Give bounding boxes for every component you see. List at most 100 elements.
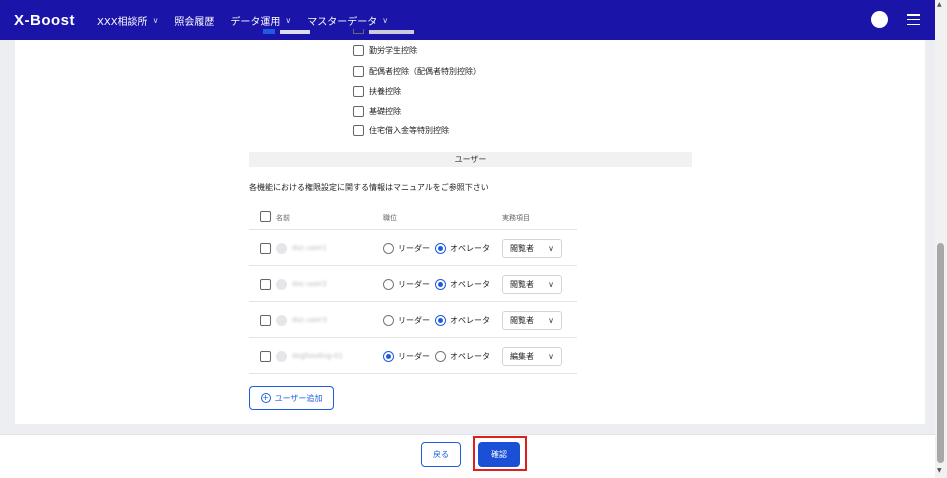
role-radio-leader[interactable]: リーダー: [383, 279, 430, 290]
deduction-option-working-student[interactable]: 勤労学生控除: [353, 45, 417, 56]
checkbox[interactable]: [353, 45, 364, 56]
radio-label: オペレータ: [450, 280, 490, 289]
row-divider: [249, 265, 577, 266]
chevron-down-icon: ∨: [382, 15, 389, 25]
column-header-name: 名前: [276, 214, 290, 222]
nav-item-history[interactable]: 照会履歴: [174, 13, 214, 28]
permission-select[interactable]: 閲覧者 ∨: [502, 239, 562, 258]
user-avatar: [276, 315, 287, 326]
select-value: 閲覧者: [510, 244, 534, 253]
radio-label: リーダー: [398, 352, 430, 361]
role-radio-operator[interactable]: オペレータ: [435, 243, 490, 254]
row-checkbox[interactable]: [260, 243, 271, 254]
chevron-down-icon: ∨: [548, 316, 554, 325]
user-avatar: [276, 243, 287, 254]
deduction-label: 勤労学生控除: [369, 46, 417, 55]
scrollbar-thumb[interactable]: [937, 243, 944, 463]
permission-info-text: 各機能における権限設定に関する情報はマニュアルをご参照下さい: [249, 183, 489, 192]
chevron-down-icon: ∨: [548, 352, 554, 361]
nav-label: マスターデータ: [307, 16, 378, 28]
button-label: ユーザー追加: [274, 393, 323, 403]
radio-label: オペレータ: [450, 352, 490, 361]
partial-checkbox[interactable]: [353, 29, 364, 34]
checkbox[interactable]: [353, 66, 364, 77]
add-user-button[interactable]: + ユーザー追加: [249, 386, 334, 410]
radio-button-selected[interactable]: [435, 243, 446, 254]
user-avatar-icon[interactable]: [871, 11, 888, 28]
radio-button-selected[interactable]: [435, 279, 446, 290]
nav-item-master-data[interactable]: マスターデータ ∨: [307, 13, 388, 28]
footer-bar: [0, 434, 935, 478]
deduction-option-housing-loan[interactable]: 住宅借入金等特別控除: [353, 125, 449, 136]
content-card: [15, 40, 925, 424]
user-avatar: [276, 279, 287, 290]
row-checkbox[interactable]: [260, 279, 271, 290]
user-name: dogfooding-01: [292, 352, 343, 360]
select-value: 編集者: [510, 352, 534, 361]
deduction-label: 扶養控除: [369, 87, 401, 96]
radio-label: リーダー: [398, 280, 430, 289]
checkbox[interactable]: [353, 125, 364, 136]
role-radio-operator[interactable]: オペレータ: [435, 351, 490, 362]
radio-button[interactable]: [383, 279, 394, 290]
checkbox[interactable]: [353, 106, 364, 117]
row-checkbox[interactable]: [260, 315, 271, 326]
nav-item-consultation[interactable]: XXX相談所 ∨: [97, 13, 158, 28]
partial-checkbox-checked[interactable]: [263, 29, 275, 34]
partial-label: [280, 30, 310, 34]
users-section-header: ユーザー: [249, 152, 692, 167]
role-radio-operator[interactable]: オペレータ: [435, 279, 490, 290]
deduction-option-dependents[interactable]: 扶養控除: [353, 86, 401, 97]
deduction-option-spouse[interactable]: 配偶者控除（配偶者特別控除）: [353, 66, 481, 77]
hamburger-menu-icon[interactable]: [907, 14, 920, 25]
row-divider: [249, 301, 577, 302]
radio-button[interactable]: [435, 351, 446, 362]
back-button[interactable]: 戻る: [421, 442, 461, 467]
role-radio-operator[interactable]: オペレータ: [435, 315, 490, 326]
deduction-label: 基礎控除: [369, 107, 401, 116]
radio-label: オペレータ: [450, 316, 490, 325]
radio-button[interactable]: [383, 243, 394, 254]
scroll-down-arrow-icon[interactable]: ▼: [937, 467, 942, 474]
column-header-role: 職位: [383, 214, 397, 222]
radio-label: リーダー: [398, 244, 430, 253]
main-nav: XXX相談所 ∨ 照会履歴 データ運用 ∨ マスターデータ ∨: [97, 13, 404, 28]
row-divider: [249, 229, 577, 230]
select-value: 閲覧者: [510, 316, 534, 325]
permission-select[interactable]: 閲覧者 ∨: [502, 275, 562, 294]
permission-select[interactable]: 閲覧者 ∨: [502, 311, 562, 330]
row-checkbox[interactable]: [260, 351, 271, 362]
role-radio-leader[interactable]: リーダー: [383, 243, 430, 254]
deduction-option-basic[interactable]: 基礎控除: [353, 106, 401, 117]
confirm-button[interactable]: 確認: [478, 442, 520, 467]
permission-select[interactable]: 編集者 ∨: [502, 347, 562, 366]
chevron-down-icon: ∨: [285, 15, 292, 25]
radio-button[interactable]: [383, 315, 394, 326]
nav-item-data-operation[interactable]: データ運用 ∨: [230, 13, 291, 28]
nav-label: XXX相談所: [97, 16, 148, 28]
plus-circle-icon: +: [260, 393, 271, 403]
chevron-down-icon: ∨: [548, 244, 554, 253]
select-all-checkbox[interactable]: [260, 211, 271, 222]
user-name: doc-user2: [292, 280, 327, 288]
nav-label: 照会履歴: [174, 16, 215, 28]
radio-label: リーダー: [398, 316, 430, 325]
user-name: doc-user1: [292, 244, 327, 252]
partial-label: [369, 30, 414, 34]
role-radio-leader[interactable]: リーダー: [383, 315, 430, 326]
chevron-down-icon: ∨: [548, 280, 554, 289]
scroll-up-arrow-icon[interactable]: ▲: [937, 1, 942, 8]
deduction-label: 配偶者控除（配偶者特別控除）: [369, 67, 481, 76]
radio-button-selected[interactable]: [383, 351, 394, 362]
select-value: 閲覧者: [510, 280, 534, 289]
user-name: doc-user3: [292, 316, 327, 324]
app-logo[interactable]: X-Boost: [14, 12, 75, 29]
radio-label: オペレータ: [450, 244, 490, 253]
checkbox[interactable]: [353, 86, 364, 97]
row-divider: [249, 373, 577, 374]
nav-label: データ運用: [230, 16, 281, 28]
radio-button-selected[interactable]: [435, 315, 446, 326]
user-avatar: [276, 351, 287, 362]
role-radio-leader[interactable]: リーダー: [383, 351, 430, 362]
column-header-item: 実務項目: [502, 214, 530, 222]
